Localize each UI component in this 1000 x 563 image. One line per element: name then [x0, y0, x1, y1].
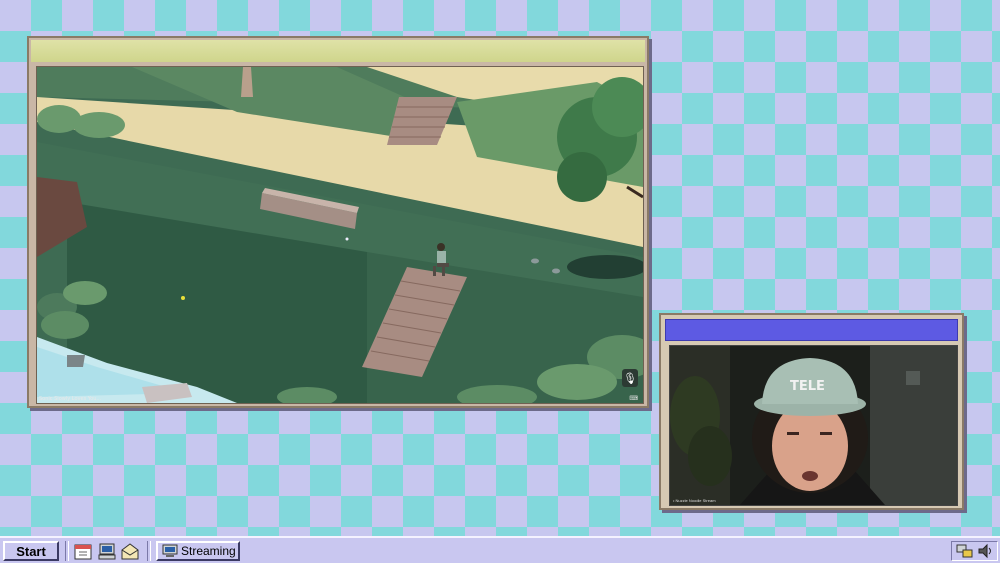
- microphone-icon[interactable]: 🎙: [622, 369, 638, 387]
- game-window[interactable]: Sonic Slowly Loves You... 🎙 ⌨: [27, 36, 649, 408]
- volume-icon[interactable]: [977, 543, 994, 559]
- calendar-icon[interactable]: [74, 543, 92, 560]
- taskbar: Start Streaming: [0, 536, 1000, 563]
- game-scene: [37, 67, 643, 403]
- webcam-credit-text: • Nuzzle Noodle Stream: [673, 498, 716, 503]
- webcam-window[interactable]: TELE • Nuzzle Noodle Stream: [659, 313, 964, 510]
- computer-icon[interactable]: [98, 543, 116, 560]
- svg-text:TELE: TELE: [790, 379, 825, 394]
- taskbar-divider: [65, 541, 69, 561]
- game-window-titlebar[interactable]: [31, 40, 645, 62]
- webcam-feed: TELE • Nuzzle Noodle Stream: [669, 345, 958, 506]
- mail-icon[interactable]: [121, 543, 139, 560]
- streaming-task-button[interactable]: Streaming: [156, 541, 240, 561]
- game-credit-text: Sonic Slowly Loves You...: [39, 396, 102, 402]
- control-glyph-icon: ⌨: [629, 396, 638, 402]
- taskbar-divider: [147, 541, 151, 561]
- game-viewport[interactable]: Sonic Slowly Loves You... 🎙 ⌨: [36, 66, 644, 404]
- start-button[interactable]: Start: [3, 541, 59, 561]
- webcam-window-titlebar[interactable]: [665, 319, 958, 341]
- network-icon[interactable]: [956, 543, 973, 559]
- monitor-icon: [162, 544, 178, 557]
- webcam-scene: TELE: [670, 346, 957, 505]
- streaming-task-label: Streaming: [181, 544, 236, 558]
- system-tray: [951, 541, 998, 561]
